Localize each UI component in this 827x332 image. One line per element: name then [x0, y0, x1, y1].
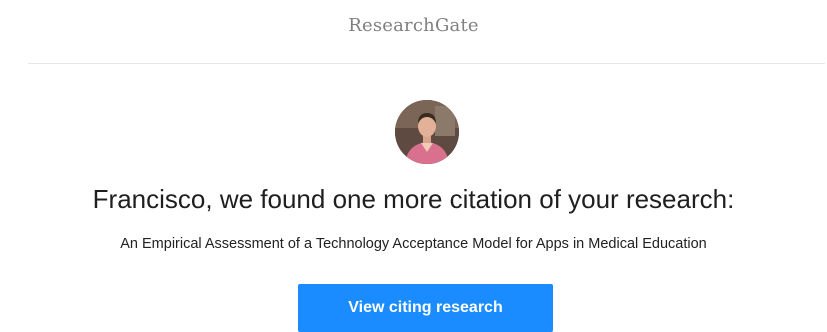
notification-headline: Francisco, we found one more citation of…	[92, 184, 735, 214]
header-divider	[28, 63, 825, 64]
brand-logo[interactable]: ResearchGate	[0, 14, 827, 38]
avatar[interactable]	[395, 100, 459, 164]
profile-photo-icon	[395, 100, 459, 164]
email-header: ResearchGate	[0, 0, 827, 64]
view-citing-research-button[interactable]: View citing research	[298, 284, 553, 332]
publication-title[interactable]: An Empirical Assessment of a Technology …	[0, 234, 827, 254]
